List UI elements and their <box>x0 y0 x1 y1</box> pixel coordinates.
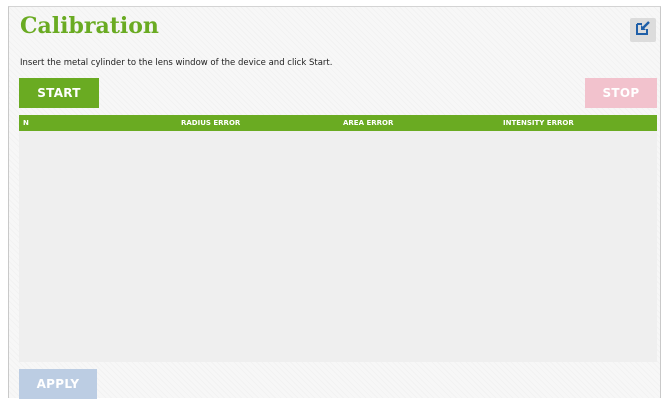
table-body <box>19 131 657 362</box>
export-icon <box>635 20 651 40</box>
results-table: N RADIUS ERROR AREA ERROR INTENSITY ERRO… <box>19 115 657 362</box>
page-title: Calibration <box>20 13 159 39</box>
stop-button[interactable]: STOP <box>585 78 657 108</box>
apply-button[interactable]: APPLY <box>19 369 97 399</box>
table-header: N RADIUS ERROR AREA ERROR INTENSITY ERRO… <box>19 115 657 131</box>
start-button[interactable]: START <box>19 78 99 108</box>
instructions-text: Insert the metal cylinder to the lens wi… <box>20 58 333 68</box>
column-header-area-error: AREA ERROR <box>343 119 394 127</box>
export-button[interactable] <box>630 18 656 42</box>
column-header-radius-error: RADIUS ERROR <box>181 119 241 127</box>
calibration-panel: Calibration Insert the metal cylinder to… <box>8 6 661 399</box>
column-header-n: N <box>23 119 29 127</box>
column-header-intensity-error: INTENSITY ERROR <box>503 119 574 127</box>
